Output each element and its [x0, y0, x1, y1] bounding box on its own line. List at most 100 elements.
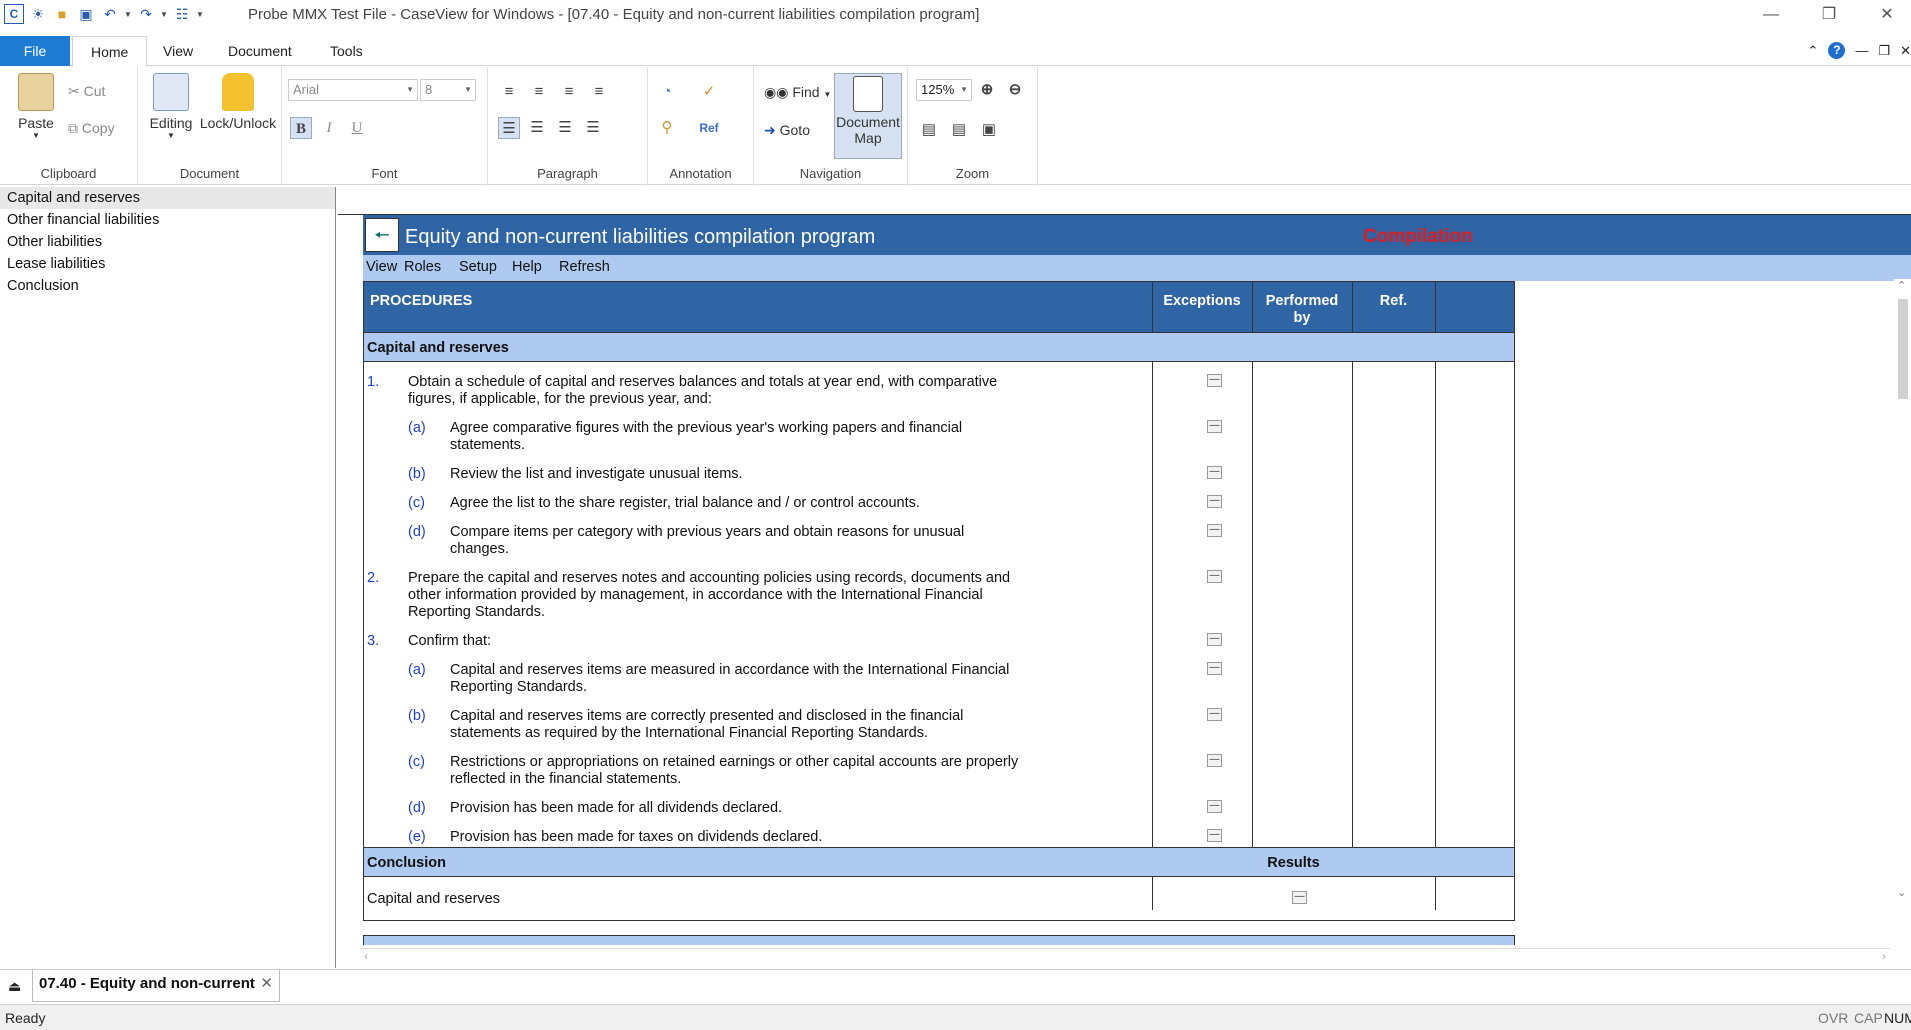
doc-menu-setup[interactable]: Setup [459, 259, 497, 275]
numbering-icon[interactable]: ≡ [528, 81, 550, 103]
fit-page-icon[interactable]: ▣ [978, 119, 1000, 141]
back-button[interactable]: 🠔 [365, 218, 399, 252]
document-map-pane: Capital and reserves Other financial lia… [0, 187, 336, 968]
exception-toggle[interactable]: — [1207, 495, 1222, 508]
exception-toggle[interactable]: — [1207, 466, 1222, 479]
binoculars-icon: ◉◉ [764, 84, 789, 100]
undo-icon[interactable]: ↶ [100, 4, 120, 24]
zoom-out-icon[interactable]: ⊖ [1004, 79, 1026, 101]
annotation-ref-icon[interactable]: Ref [698, 117, 720, 139]
lock-unlock-button[interactable]: Lock/Unlock [198, 73, 278, 131]
font-size-combo[interactable]: 8 ▼ [420, 79, 476, 101]
whole-page-icon[interactable]: ▤ [948, 119, 970, 141]
tab-document[interactable]: Document [210, 36, 310, 66]
horizontal-scrollbar[interactable]: ‹ › [360, 948, 1890, 966]
save-icon[interactable]: ▣ [76, 4, 96, 24]
conclusion-row: Capital and reserves — [364, 877, 1514, 921]
paste-dropdown-icon[interactable]: ▼ [12, 131, 60, 140]
copy-button[interactable]: ⧉ Copy [68, 120, 115, 137]
exception-toggle[interactable]: — [1207, 708, 1222, 721]
bold-icon[interactable]: B [290, 117, 312, 139]
app-icon[interactable]: C [4, 4, 24, 24]
italic-icon[interactable]: I [318, 117, 340, 139]
document-map-button[interactable]: Document Map [834, 73, 902, 159]
tab-tools[interactable]: Tools [312, 36, 381, 66]
exception-toggle[interactable]: — [1207, 754, 1222, 767]
tab-home[interactable]: Home [72, 36, 148, 67]
zoom-combo[interactable]: 125% ▼ [916, 79, 972, 101]
font-name-combo[interactable]: Arial ▼ [288, 79, 418, 101]
zoom-in-icon[interactable]: ⊕ [976, 79, 998, 101]
collapse-ribbon-icon[interactable]: ⌃ [1808, 43, 1819, 59]
annotation-tickmark-icon[interactable]: ◔ [656, 81, 678, 103]
annotation-issue-icon[interactable]: ⚲ [656, 117, 678, 139]
nav-item-conclusion[interactable]: Conclusion [0, 275, 335, 297]
close-tab-icon[interactable]: ✕ [260, 970, 273, 998]
doc-close-icon[interactable]: ✕ [1900, 43, 1911, 59]
result-toggle[interactable]: — [1292, 891, 1307, 904]
doc-restore-icon[interactable]: ❐ [1878, 43, 1890, 59]
vertical-scroll-thumb[interactable] [1898, 299, 1908, 399]
doc-minimize-icon[interactable]: — [1855, 43, 1868, 58]
scroll-right-icon[interactable]: › [1882, 949, 1886, 963]
page-width-icon[interactable]: ▤ [918, 119, 940, 141]
print-preview-icon[interactable]: ☷ [172, 4, 192, 24]
indent-icon[interactable]: ≡ [588, 81, 610, 103]
document-tab[interactable]: 07.40 - Equity and non-current ✕ [32, 970, 280, 1002]
scroll-left-icon[interactable]: ‹ [364, 949, 368, 963]
font-name-dropdown-icon[interactable]: ▼ [406, 80, 414, 100]
scroll-up-icon[interactable]: ⌃ [1897, 279, 1906, 292]
procedure-text: Agree comparative figures with the previ… [450, 420, 963, 453]
goto-button[interactable]: ➜ Goto [764, 122, 810, 139]
nav-item-other-liabilities[interactable]: Other liabilities [0, 231, 335, 253]
exception-toggle[interactable]: — [1207, 829, 1222, 842]
exception-toggle[interactable]: — [1207, 374, 1222, 387]
document-group-label: Document [179, 166, 240, 181]
exception-toggle[interactable]: — [1207, 633, 1222, 646]
tab-view[interactable]: View [145, 36, 211, 66]
cut-button[interactable]: ✂ Cut [68, 83, 105, 100]
font-size-dropdown-icon[interactable]: ▼ [464, 80, 472, 100]
help-icon[interactable]: ? [1828, 42, 1846, 59]
redo-dropdown-icon[interactable]: ▼ [160, 10, 168, 19]
align-right-icon[interactable]: ☰ [554, 117, 576, 139]
scroll-down-icon[interactable]: ⌄ [1897, 886, 1906, 899]
eject-icon[interactable]: ⏏ [8, 978, 21, 995]
close-button[interactable]: ✕ [1872, 4, 1902, 26]
zoom-dropdown-icon[interactable]: ▼ [960, 80, 968, 100]
justify-icon[interactable]: ☰ [582, 117, 604, 139]
exception-toggle[interactable]: — [1207, 420, 1222, 433]
exception-toggle[interactable]: — [1207, 570, 1222, 583]
doc-menu-help[interactable]: Help [512, 259, 542, 275]
minimize-button[interactable]: — [1756, 4, 1786, 26]
exception-toggle[interactable]: — [1207, 524, 1222, 537]
open-folder-icon[interactable]: ■ [52, 4, 72, 24]
nav-item-lease-liabilities[interactable]: Lease liabilities [0, 253, 335, 275]
exception-toggle[interactable]: — [1207, 800, 1222, 813]
nav-item-other-financial-liabilities[interactable]: Other financial liabilities [0, 209, 335, 231]
doc-menu-refresh[interactable]: Refresh [559, 259, 610, 275]
find-button[interactable]: ◉◉ Find ▼ [764, 84, 831, 101]
new-file-icon[interactable]: ☀ [28, 4, 48, 24]
ovr-indicator: OVR [1818, 1010, 1849, 1026]
vertical-scrollbar[interactable]: ⌃ ⌄ [1894, 279, 1911, 899]
find-dropdown-icon[interactable]: ▼ [823, 90, 831, 99]
annotation-check-icon[interactable]: ✓ [698, 81, 720, 103]
redo-icon[interactable]: ↷ [136, 4, 156, 24]
undo-dropdown-icon[interactable]: ▼ [124, 10, 132, 19]
doc-menu-view[interactable]: View [366, 259, 397, 275]
exception-toggle[interactable]: — [1207, 662, 1222, 675]
nav-item-capital-and-reserves[interactable]: Capital and reserves [0, 187, 335, 209]
editing-button[interactable]: Editing ▼ [146, 73, 196, 140]
doc-menu-roles[interactable]: Roles [404, 259, 441, 275]
outline-icon[interactable]: ≡ [558, 81, 580, 103]
editing-dropdown-icon[interactable]: ▼ [146, 131, 196, 140]
restore-button[interactable]: ❐ [1814, 4, 1844, 26]
tab-file[interactable]: File [0, 36, 70, 66]
customize-qat-icon[interactable]: ▼ [196, 10, 204, 19]
underline-icon[interactable]: U [346, 117, 368, 139]
align-left-icon[interactable]: ☰ [498, 117, 520, 139]
paste-button[interactable]: Paste ▼ [12, 73, 60, 140]
bullets-icon[interactable]: ≡ [498, 81, 520, 103]
align-center-icon[interactable]: ☰ [526, 117, 548, 139]
